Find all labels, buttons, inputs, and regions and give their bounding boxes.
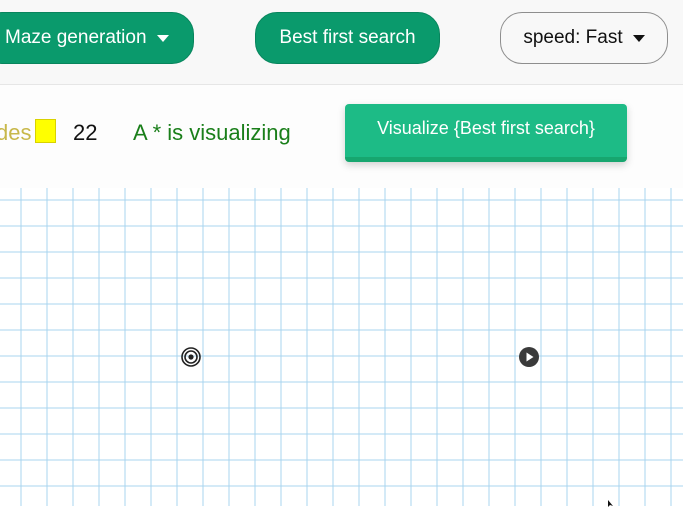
caret-down-icon bbox=[632, 34, 645, 42]
speed-label: speed: Fast bbox=[523, 27, 623, 48]
grid-lines bbox=[0, 188, 683, 506]
node-count: 22 bbox=[73, 120, 98, 145]
legend-color-swatch bbox=[35, 119, 56, 143]
maze-generation-label: Maze generation bbox=[5, 27, 147, 48]
status-text: A * is visualizing bbox=[133, 120, 291, 145]
navbar: Maze generation Best first search speed:… bbox=[0, 0, 683, 85]
mouse-cursor-icon bbox=[608, 500, 613, 507]
visualize-label: Visualize {Best first search} bbox=[377, 118, 595, 138]
target-icon[interactable] bbox=[180, 346, 202, 368]
algorithm-label: Best first search bbox=[279, 27, 416, 48]
legend-label: des bbox=[0, 120, 32, 145]
caret-down-icon bbox=[156, 34, 169, 42]
speed-dropdown[interactable]: speed: Fast bbox=[500, 12, 668, 64]
algorithm-button[interactable]: Best first search bbox=[255, 12, 440, 64]
visualize-button[interactable]: Visualize {Best first search} bbox=[345, 104, 627, 162]
grid-board[interactable] bbox=[0, 188, 683, 506]
maze-generation-dropdown[interactable]: Maze generation bbox=[0, 12, 194, 64]
start-icon[interactable] bbox=[518, 346, 540, 368]
